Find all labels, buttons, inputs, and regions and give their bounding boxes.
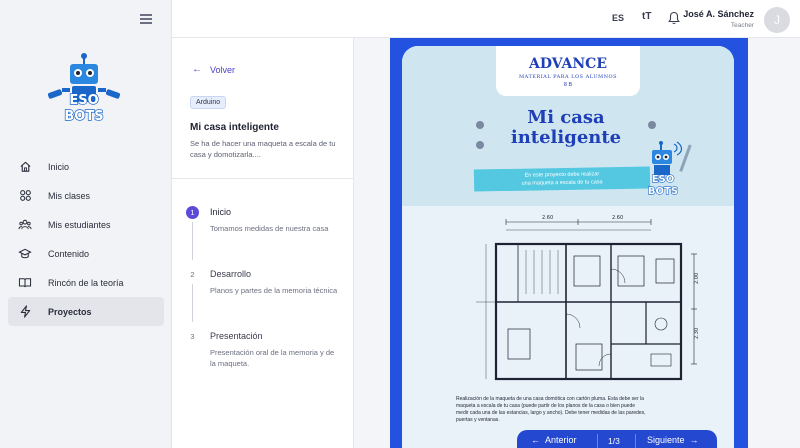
dimension-label: 2.00 [694,273,700,284]
sidebar-item-mis-estudiantes[interactable]: Mis estudiantes [8,210,164,239]
eso-bots-logo: ESO BOTS [47,53,121,125]
step-title: Inicio [210,207,232,217]
sidebar-item-label: Mis estudiantes [48,219,111,230]
step-title: Desarrollo [210,269,252,279]
top-bar: ES tT José A. Sánchez Teacher J [172,0,800,38]
text-size-icon[interactable]: tT [642,11,651,22]
step-presentacion[interactable]: 3 Presentación Presentación oral de la m… [186,330,346,369]
page-counter: 1/3 [608,436,620,446]
svg-text:BOTS: BOTS [64,109,103,124]
sidebar-item-proyectos[interactable]: Proyectos [8,297,164,326]
project-description: Se ha de hacer una maqueta a escala de t… [190,139,336,159]
document-viewer: ADVANCE MATERIAL PARA LOS ALUMNOS 8 B Mi… [354,38,800,448]
sidebar-item-label: Proyectos [48,306,92,317]
step-description: Tomamos medidas de nuestra casa [210,224,329,233]
next-label: Siguiente [647,435,685,445]
floor-plan-drawing: 2.60 2.60 2.00 2.30 [476,215,700,381]
advance-header: ADVANCE MATERIAL PARA LOS ALUMNOS 8 B [496,46,640,96]
grid-icon [18,189,32,203]
book-icon [18,276,32,290]
title-line-2: inteligente [510,127,622,148]
advance-subtitle: MATERIAL PARA LOS ALUMNOS [518,74,617,80]
divider [597,434,598,448]
step-inicio[interactable]: 1 Inicio Tomamos medidas de nuestra casa [186,206,346,268]
arrow-left-icon: ← [192,64,202,75]
document-page: ADVANCE MATERIAL PARA LOS ALUMNOS 8 B Mi… [390,38,748,448]
svg-text:BOTS: BOTS [648,186,678,197]
bolt-icon [18,305,32,319]
step-number: 3 [190,332,195,341]
robot-logo: ESO BOTS [647,141,692,198]
svg-text:ESO: ESO [69,93,98,108]
sidebar-item-label: Inicio [48,161,70,172]
advance-number: 8 B [563,82,573,88]
document-main-title: Mi casa inteligente [486,108,646,148]
next-button[interactable]: Siguiente → [647,435,699,445]
document-banner: En este proyecto debe realizar una maque… [473,166,651,192]
title-line-1: Mi casa [527,107,605,128]
sidebar: ESO BOTS Inicio Mis clases Mis estudiant… [0,0,172,448]
menu-icon[interactable] [140,14,152,24]
project-tag: Arduino [190,96,227,109]
decoration-dot [648,121,656,129]
step-title: Presentación [210,331,263,341]
arrow-right-icon: → [684,435,699,445]
user-role: Teacher [730,22,754,29]
sidebar-item-mis-clases[interactable]: Mis clases [8,181,164,210]
back-button[interactable]: ← Volver [192,64,235,75]
divider [635,434,636,448]
project-title: Mi casa inteligente [190,122,279,133]
sidebar-item-label: Rincón de la teoría [48,277,124,288]
pager: ← Anterior 1/3 Siguiente → [517,430,717,448]
previous-button[interactable]: ← Anterior [531,435,577,445]
advance-title: ADVANCE [528,56,607,72]
previous-label: Anterior [545,435,577,445]
user-name: José A. Sánchez [683,9,754,19]
divider [172,178,354,179]
graduation-cap-icon [18,247,32,261]
banner-line-2: una maqueta a escala de tu casa [521,179,603,187]
project-panel: ← Volver Arduino Mi casa inteligente Se … [172,38,354,448]
bell-icon[interactable] [668,11,680,25]
sidebar-item-label: Mis clases [48,190,91,201]
dimension-label: 2.30 [694,328,700,339]
step-connector [192,222,193,260]
arrow-left-icon: ← [531,435,546,445]
sidebar-nav: Inicio Mis clases Mis estudiantes Conten… [8,152,164,326]
home-icon [18,160,32,174]
step-number: 2 [190,270,195,279]
decoration-dot [476,121,484,129]
dimension-label: 2.60 [612,215,623,221]
avatar[interactable]: J [764,7,790,33]
steps-list: 1 Inicio Tomamos medidas de nuestra casa… [186,206,346,369]
step-description: Presentación oral de la memoria y de la … [210,348,335,368]
step-description: Planos y partes de la memoria técnica [210,286,338,295]
step-connector [192,284,193,322]
document-card: ADVANCE MATERIAL PARA LOS ALUMNOS 8 B Mi… [402,46,734,448]
back-label: Volver [210,64,236,75]
dimension-label: 2.60 [542,215,553,221]
users-icon [18,218,32,232]
sidebar-item-rincon-teoria[interactable]: Rincón de la teoría [8,268,164,297]
step-number: 1 [186,206,199,219]
document-caption: Realización de la maqueta de una casa do… [456,396,646,423]
language-selector[interactable]: ES [612,13,624,23]
step-desarrollo[interactable]: 2 Desarrollo Planos y partes de la memor… [186,268,346,330]
decoration-dot [476,141,484,149]
sidebar-item-label: Contenido [48,248,90,259]
sidebar-item-contenido[interactable]: Contenido [8,239,164,268]
sidebar-item-inicio[interactable]: Inicio [8,152,164,181]
svg-text:ESO: ESO [652,174,675,185]
